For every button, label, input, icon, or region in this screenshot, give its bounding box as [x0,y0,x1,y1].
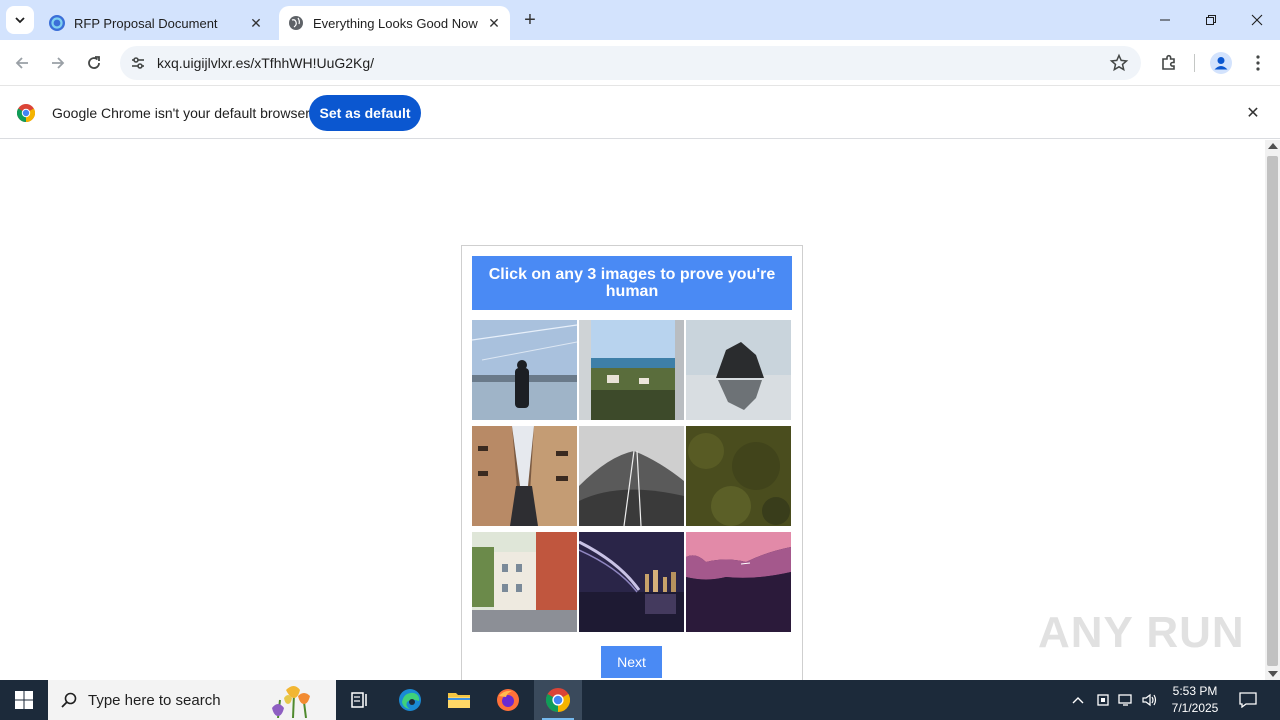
forward-button[interactable] [44,49,72,77]
vertical-scrollbar[interactable] [1265,140,1280,680]
photo-narrow-street [472,426,577,526]
close-icon [1251,14,1263,26]
captcha-tile-4[interactable] [472,426,577,526]
arrow-right-icon [52,57,65,69]
tab-title: RFP Proposal Document [74,15,218,31]
anyrun-watermark: ANY RUN [1038,608,1245,657]
page-viewport: Click on any 3 images to prove you're hu… [0,140,1280,680]
avatar-icon [1210,52,1232,74]
chevron-down-icon [15,17,25,24]
network-icon [1118,694,1132,706]
captcha-tile-3[interactable] [686,320,791,420]
tab-rfp-proposal[interactable]: RFP Proposal Document ✕ [40,6,272,40]
chevron-up-icon [1072,697,1084,704]
window-controls [1142,0,1280,40]
windows-taskbar: Type here to search 5:53 PM 7/1/2025 [0,680,1280,720]
next-button[interactable]: Next [601,646,662,678]
photo-moss-texture [686,426,791,526]
browser-toolbar: kxq.uigijlvlxr.es/xTfhhWH!UuG2Kg/ [0,40,1280,86]
captcha-tile-9[interactable] [686,532,791,632]
photo-bridge-night [579,532,684,632]
globe-icon [289,16,303,30]
chrome-menu-button[interactable] [1246,51,1270,75]
tab-title: Everything Looks Good Now [313,15,478,31]
task-view-icon [351,692,367,708]
chrome-taskbar-button[interactable] [534,680,582,720]
folder-icon [448,693,470,708]
reload-button[interactable] [80,49,108,77]
scroll-down-arrow-icon[interactable] [1268,671,1278,677]
close-window-button[interactable] [1234,0,1280,40]
photo-pink-clouds [686,532,791,632]
volume-icon [1142,693,1157,707]
photo-misty-trail [579,426,684,526]
task-view-button[interactable] [336,680,384,720]
clock-time: 5:53 PM [1172,684,1218,698]
infobar-message: Google Chrome isn't your default browser [52,105,310,121]
tray-volume[interactable] [1139,680,1161,720]
captcha-widget: Click on any 3 images to prove you're hu… [461,245,803,680]
tab-strip: RFP Proposal Document ✕ Everything Looks… [0,0,1280,40]
photo-coastal-town [579,320,684,420]
reload-icon [88,56,100,69]
captcha-instruction: Click on any 3 images to prove you're hu… [472,256,792,310]
restore-button[interactable] [1188,0,1234,40]
site-favicon-icon [49,15,65,31]
search-icon [61,692,77,708]
search-placeholder: Type here to search [88,692,221,709]
minimize-icon [1160,19,1170,21]
file-explorer-button[interactable] [435,680,483,720]
edge-taskbar-button[interactable] [386,680,434,720]
captcha-tile-7[interactable] [472,532,577,632]
address-bar[interactable]: kxq.uigijlvlxr.es/xTfhhWH!UuG2Kg/ [120,46,1141,80]
tray-network-vpn[interactable] [1092,680,1114,720]
photo-colorful-houses [472,532,577,632]
captcha-tile-8[interactable] [579,532,684,632]
set-as-default-button[interactable]: Set as default [309,95,421,131]
firefox-icon [497,689,519,711]
url-text[interactable]: kxq.uigijlvlxr.es/xTfhhWH!UuG2Kg/ [157,55,374,71]
captcha-tile-1[interactable] [472,320,577,420]
photo-rock-reflection [686,320,791,420]
tulip-decoration-icon [272,686,310,718]
captcha-tile-2[interactable] [579,320,684,420]
profile-button[interactable] [1209,51,1233,75]
notification-icon [1239,692,1257,708]
edge-icon [399,689,421,711]
more-vertical-icon [1256,55,1260,71]
photo-person-lake [472,320,577,420]
windows-logo-icon [15,691,33,709]
back-button[interactable] [8,49,36,77]
show-hidden-icons-button[interactable] [1068,680,1088,720]
default-browser-infobar: Google Chrome isn't your default browser… [0,87,1280,139]
scroll-up-arrow-icon[interactable] [1268,143,1278,149]
captcha-tile-5[interactable] [579,426,684,526]
tray-network[interactable] [1115,680,1137,720]
system-clock[interactable]: 5:53 PM 7/1/2025 [1160,683,1230,717]
extensions-button[interactable] [1157,51,1181,75]
toolbar-separator [1194,54,1195,72]
captcha-tile-6[interactable] [686,426,791,526]
tab-everything-looks-good[interactable]: Everything Looks Good Now ✕ [279,6,510,40]
puzzle-icon [1162,54,1175,70]
device-icon [1097,694,1109,706]
minimize-button[interactable] [1142,0,1188,40]
firefox-taskbar-button[interactable] [484,680,532,720]
infobar-close-icon[interactable]: ✕ [1244,104,1262,122]
arrow-left-icon [15,57,28,69]
start-button[interactable] [0,680,48,720]
taskbar-search-box[interactable]: Type here to search [48,680,336,720]
tab-search-button[interactable] [6,6,34,34]
tab-close-icon[interactable]: ✕ [484,13,504,33]
tab-close-icon[interactable]: ✕ [246,13,266,33]
notifications-button[interactable] [1234,680,1262,720]
chrome-icon [546,688,570,712]
chrome-logo-icon [17,104,35,122]
scroll-thumb[interactable] [1267,156,1278,666]
site-info-icon[interactable] [129,54,147,72]
restore-icon [1206,15,1216,25]
clock-date: 7/1/2025 [1171,701,1219,715]
new-tab-button[interactable]: + [519,9,541,31]
bookmark-star-icon[interactable] [1109,53,1129,73]
